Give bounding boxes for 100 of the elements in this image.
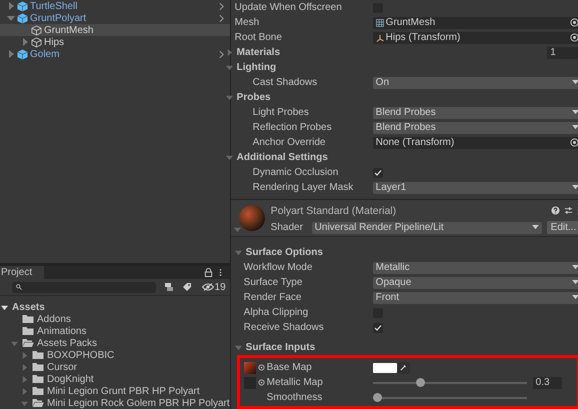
property-label: Dynamic Occlusion	[252, 167, 338, 178]
material-title: Polyart Standard (Material)	[270, 204, 396, 216]
asset-folder-name[interactable]: Cursor	[47, 362, 78, 372]
property-label: Alpha Clipping	[244, 307, 308, 318]
cube-icon	[17, 48, 28, 60]
dropdown[interactable]: On	[372, 76, 578, 88]
property-label: Rendering Layer Mask	[252, 182, 354, 193]
filter-by-type-icon[interactable]	[164, 282, 174, 292]
property-label: Render Face	[244, 292, 302, 303]
property-label: Base Map	[266, 362, 312, 373]
search-field[interactable]	[12, 282, 156, 292]
property-label: Light Probes	[252, 107, 309, 118]
shader-dropdown[interactable]: Universal Render Pipeline/Lit	[312, 222, 542, 234]
material-sphere-icon	[238, 205, 265, 231]
asset-folder-name[interactable]: Animations	[37, 326, 86, 336]
object-name: Hips	[44, 36, 64, 48]
grid-icon	[376, 18, 384, 26]
caret-down-icon	[572, 110, 578, 115]
object-field[interactable]: Hips (Transform)	[372, 32, 578, 44]
property-label: Metallic Map	[266, 377, 323, 388]
caret-down-icon	[572, 80, 578, 85]
asset-folder-name[interactable]: Addons	[37, 314, 71, 324]
tag-icon[interactable]	[182, 282, 192, 292]
caret-down-icon	[572, 185, 578, 190]
color-swatch[interactable]	[372, 362, 397, 372]
dropdown[interactable]: Blend Probes	[372, 106, 578, 118]
edit-shader-button[interactable]: Edit...	[546, 221, 578, 234]
cube-outline-icon	[31, 24, 42, 36]
slider-handle[interactable]	[416, 378, 426, 387]
dropdown[interactable]: Layer1	[372, 182, 578, 194]
foldout-arrow-icon[interactable]	[1, 304, 8, 310]
section-header[interactable]: Surface Options	[246, 247, 323, 258]
property-label: Workflow Mode	[244, 262, 312, 273]
hierarchy-item[interactable]: TurtleShell	[0, 0, 230, 12]
caret-down-icon	[532, 225, 539, 230]
caret-down-icon	[572, 280, 578, 285]
eyedropper-icon	[400, 364, 408, 371]
folder-icon	[32, 398, 44, 408]
asset-folder-name[interactable]: DogKnight	[47, 374, 94, 384]
search-icon	[16, 284, 22, 290]
object-field[interactable]: GruntMesh	[372, 16, 578, 28]
checkbox[interactable]	[372, 168, 383, 178]
asset-folder-name[interactable]: Mini Legion Rock Golem PBR HP Polyart	[47, 398, 230, 408]
object-field[interactable]: None (Transform)	[372, 136, 578, 148]
property-label: Surface Type	[244, 277, 302, 288]
object-picker-icon[interactable]	[570, 18, 578, 27]
help-icon[interactable]	[551, 206, 560, 215]
section-header[interactable]: Probes	[236, 92, 271, 103]
hidden-packages-toggle[interactable]: 19	[202, 282, 226, 292]
asset-folder-name[interactable]: Assets Packs	[37, 338, 98, 348]
cube-icon	[17, 12, 28, 24]
eyedropper-button[interactable]	[398, 362, 410, 374]
hierarchy-item[interactable]: GruntPolyart	[0, 12, 230, 24]
object-picker-icon[interactable]	[570, 33, 578, 42]
property-label: Mesh	[234, 17, 260, 28]
project-tab[interactable]: Project	[0, 266, 44, 279]
caret-down-icon	[572, 265, 578, 270]
checkbox[interactable]	[372, 322, 383, 332]
section-header[interactable]: Additional Settings	[236, 152, 328, 163]
dropdown[interactable]: Metallic	[372, 262, 578, 274]
texture-thumbnail[interactable]	[244, 362, 256, 374]
folder-icon	[32, 386, 44, 396]
property-label: Anchor Override	[252, 137, 326, 148]
object-name: TurtleShell	[30, 0, 78, 12]
hierarchy-item[interactable]: GruntMesh	[0, 24, 230, 36]
shader-label: Shader	[270, 222, 304, 233]
caret-down-icon	[572, 295, 578, 300]
more-menu-icon[interactable]	[218, 268, 222, 277]
section-header[interactable]: Surface Inputs	[246, 342, 316, 353]
object-picker-icon[interactable]	[258, 364, 265, 371]
dropdown[interactable]: Front	[372, 292, 578, 304]
object-name: GruntMesh	[44, 24, 94, 36]
lock-icon[interactable]	[204, 268, 213, 277]
folder-icon	[32, 374, 44, 384]
hierarchy-item[interactable]: Golem	[0, 48, 230, 60]
dropdown[interactable]: Opaque	[372, 276, 578, 288]
slider-value-field[interactable]: 0.3	[532, 376, 562, 388]
asset-folder-name[interactable]: BOXOPHOBIC	[47, 350, 114, 360]
section-header[interactable]: Materials	[236, 47, 280, 58]
asset-folder-name[interactable]: Mini Legion Grunt PBR HP Polyart	[47, 386, 200, 396]
cube-icon	[17, 0, 28, 12]
property-label: Receive Shadows	[244, 322, 324, 333]
dropdown[interactable]: Blend Probes	[372, 122, 578, 134]
cube-outline-icon	[31, 36, 42, 48]
caret-down-icon	[572, 125, 578, 130]
array-size-field[interactable]: 1	[547, 46, 578, 58]
property-label: Update When Offscreen	[234, 2, 342, 13]
section-header[interactable]: Lighting	[236, 62, 276, 73]
object-name: Golem	[30, 48, 60, 60]
object-name: GruntPolyart	[30, 12, 86, 24]
object-picker-icon[interactable]	[570, 138, 578, 147]
slider-handle[interactable]	[372, 393, 382, 402]
property-label: Smoothness	[266, 392, 322, 403]
sliders-icon[interactable]	[564, 206, 574, 215]
hierarchy-item[interactable]: Hips	[0, 36, 230, 48]
object-picker-icon[interactable]	[258, 379, 265, 386]
eye-slash-icon	[202, 283, 214, 291]
chevron-right-icon[interactable]	[218, 50, 224, 58]
folder-icon	[32, 350, 44, 360]
asset-folder-name[interactable]: Assets	[12, 302, 45, 312]
